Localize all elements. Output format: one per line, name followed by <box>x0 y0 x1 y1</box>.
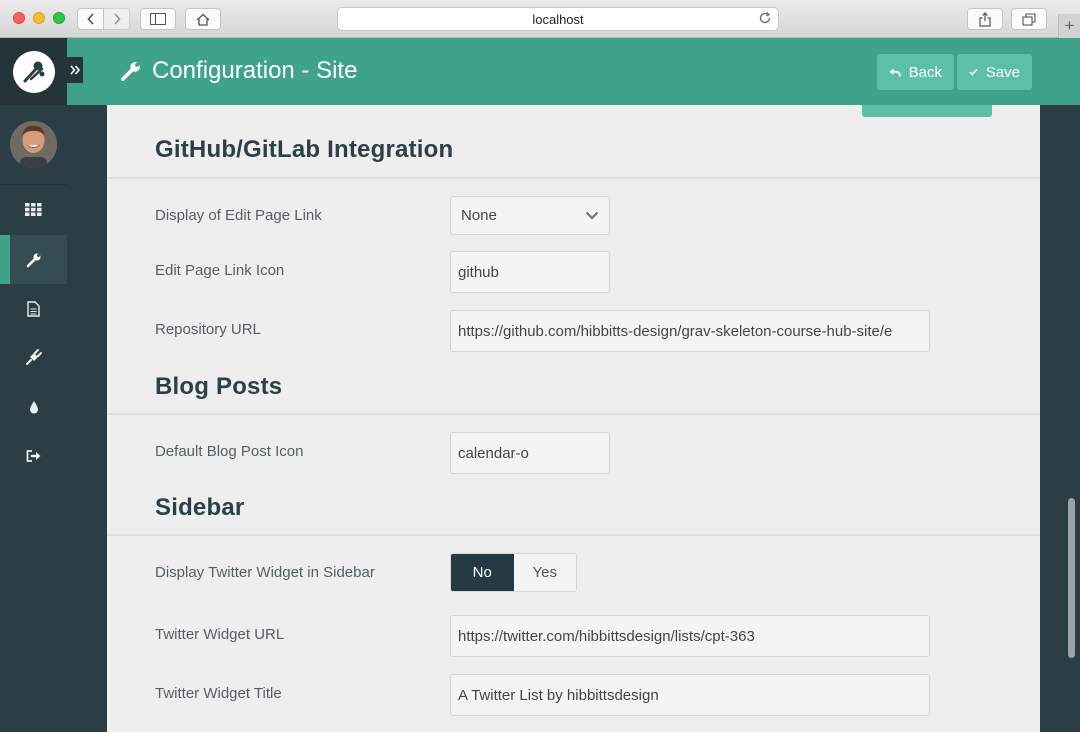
config-form: GitHub/GitLab Integration Display of Edi… <box>107 105 1040 732</box>
grav-logo <box>12 50 55 93</box>
chevron-down-icon <box>585 211 599 220</box>
check-icon <box>969 68 978 76</box>
logo-icon <box>18 56 49 87</box>
double-chevron-right-icon <box>70 65 80 75</box>
forward-nav-button[interactable] <box>104 8 130 30</box>
blog-post-icon-field[interactable]: calendar-o <box>450 432 610 474</box>
zoom-window-button[interactable] <box>53 12 65 24</box>
sidebar-toggle-button[interactable] <box>140 8 176 30</box>
reply-icon <box>889 67 901 77</box>
toggle-option-no[interactable]: No <box>451 554 514 591</box>
share-button[interactable] <box>967 8 1003 30</box>
back-button-label: Back <box>908 63 942 81</box>
reload-icon <box>759 11 771 24</box>
collapse-sidebar-button[interactable] <box>67 57 83 83</box>
wrench-icon <box>26 253 40 267</box>
url-text: localhost <box>532 11 584 27</box>
admin-sidebar <box>0 38 67 732</box>
sidebar-item-pages[interactable] <box>0 284 67 333</box>
save-button-label: Save <box>985 63 1020 81</box>
edit-page-link-select[interactable]: None <box>450 196 610 235</box>
tabs-overview-button[interactable] <box>1011 8 1047 30</box>
save-button[interactable]: Save <box>957 54 1032 90</box>
file-icon <box>27 300 40 317</box>
logo-area[interactable] <box>0 38 67 105</box>
edit-page-icon-field[interactable]: github <box>450 251 610 293</box>
reload-button[interactable] <box>758 11 772 28</box>
back-button[interactable]: Back <box>877 54 954 90</box>
sidebar-item-themes[interactable] <box>0 382 67 431</box>
edit-page-link-label: Display of Edit Page Link <box>155 207 322 224</box>
sidebar-item-dashboard[interactable] <box>0 185 67 234</box>
new-tab-button[interactable]: + <box>1058 14 1080 38</box>
repository-url-label: Repository URL <box>155 321 261 338</box>
scrollbar-thumb[interactable] <box>1068 498 1075 658</box>
browser-toolbar: localhost + <box>0 0 1080 38</box>
section-divider <box>107 177 1040 179</box>
plug-icon <box>25 349 42 366</box>
back-nav-button[interactable] <box>77 8 104 30</box>
address-bar[interactable]: localhost <box>337 7 779 31</box>
blog-post-icon-label: Default Blog Post Icon <box>155 443 304 460</box>
page-title: Configuration - Site <box>120 57 357 85</box>
grid-icon <box>25 203 42 216</box>
minimize-window-button[interactable] <box>33 12 45 24</box>
drop-icon <box>29 400 38 413</box>
sidebar-item-logout[interactable] <box>0 431 67 480</box>
twitter-title-field[interactable]: A Twitter List by hibbittsdesign <box>450 674 930 716</box>
section-title-sidebar: Sidebar <box>155 494 245 521</box>
close-window-button[interactable] <box>13 12 25 24</box>
twitter-url-label: Twitter Widget URL <box>155 626 285 643</box>
twitter-widget-label: Display Twitter Widget in Sidebar <box>155 564 375 581</box>
twitter-url-field[interactable]: https://twitter.com/hibbittsdesign/lists… <box>450 615 930 657</box>
section-title-github: GitHub/GitLab Integration <box>155 136 454 163</box>
chevron-right-icon <box>113 13 121 25</box>
user-profile[interactable] <box>0 105 67 185</box>
avatar <box>10 121 57 168</box>
add-item-button[interactable] <box>862 105 992 117</box>
history-nav <box>77 8 130 30</box>
repository-url-field[interactable]: https://github.com/hibbitts-design/grav-… <box>450 310 930 352</box>
chevron-left-icon <box>86 13 94 25</box>
home-button[interactable] <box>185 8 221 30</box>
sidebar-item-configuration[interactable] <box>0 235 67 284</box>
tabs-icon <box>1022 12 1036 26</box>
plus-icon: + <box>1064 16 1075 35</box>
toggle-option-yes[interactable]: Yes <box>513 554 576 591</box>
page-header: Configuration - Site Back Save <box>67 38 1080 105</box>
edit-page-icon-label: Edit Page Link Icon <box>155 262 285 279</box>
user-photo <box>10 121 57 168</box>
home-icon <box>196 13 210 26</box>
section-divider <box>107 413 1040 415</box>
sign-out-icon <box>26 449 40 462</box>
twitter-title-label: Twitter Widget Title <box>155 685 282 702</box>
sidebar-item-plugins[interactable] <box>0 333 67 382</box>
share-icon <box>979 11 991 27</box>
page-title-text: Configuration - Site <box>152 57 358 84</box>
wrench-icon <box>120 62 140 82</box>
section-title-blog: Blog Posts <box>155 373 283 400</box>
twitter-widget-toggle: No Yes <box>450 553 577 592</box>
section-divider <box>107 534 1040 536</box>
sidebar-icon <box>150 13 166 25</box>
edit-page-link-value: None <box>461 207 497 224</box>
